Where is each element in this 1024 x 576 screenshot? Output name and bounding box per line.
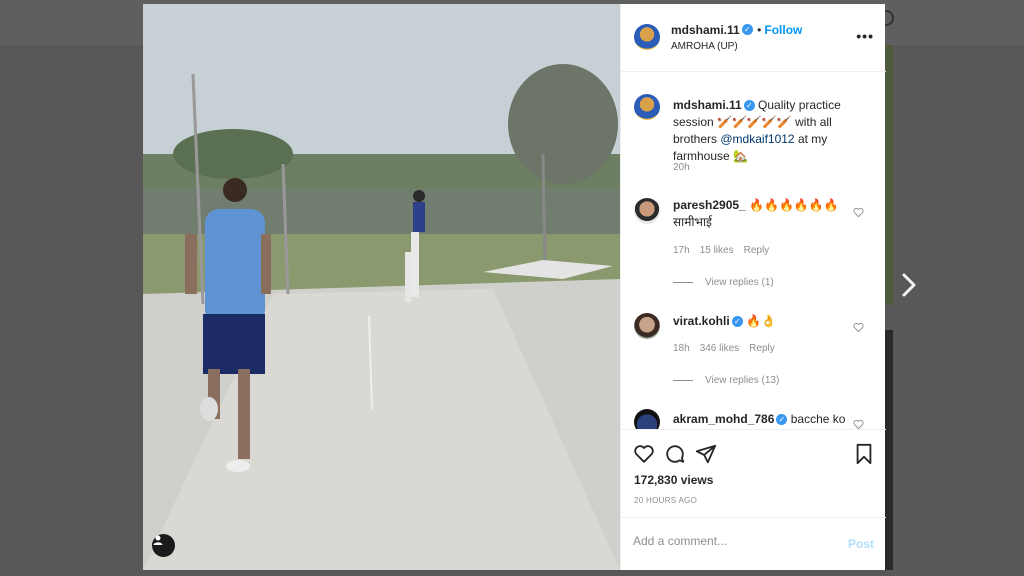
comment-username[interactable]: akram_mohd_786 bbox=[673, 412, 774, 426]
reply-button[interactable]: Reply bbox=[744, 245, 770, 256]
comment-likes[interactable]: 346 likes bbox=[700, 343, 739, 354]
follow-button[interactable]: Follow bbox=[764, 23, 802, 37]
comment-body: bacche ko bbox=[790, 412, 846, 426]
background-thumbnail bbox=[885, 330, 893, 570]
comment-likes[interactable]: 15 likes bbox=[700, 245, 734, 256]
verified-badge-icon: ✓ bbox=[741, 24, 753, 36]
avatar[interactable] bbox=[634, 198, 660, 224]
comment-body: 🔥👌 bbox=[746, 314, 776, 328]
next-arrow-icon[interactable] bbox=[898, 272, 920, 298]
reply-button[interactable]: Reply bbox=[749, 343, 775, 354]
view-replies-label: View replies (13) bbox=[705, 375, 780, 386]
mention-link[interactable]: @mdkaif1012 bbox=[720, 132, 794, 146]
add-comment-bar: Post bbox=[621, 517, 886, 570]
location-link[interactable]: AMROHA (UP) bbox=[671, 41, 738, 52]
post-button[interactable]: Post bbox=[848, 537, 874, 551]
view-replies-label: View replies (1) bbox=[705, 277, 774, 288]
avatar[interactable] bbox=[634, 409, 660, 429]
comment-body: सामीभाई bbox=[673, 215, 712, 229]
verified-badge-icon: ✓ bbox=[731, 316, 743, 328]
caption: mdshami.11 ✓ Quality practice session 🏏🏏🏏… bbox=[673, 97, 873, 165]
comment-text: akram_mohd_786 ✓ bacche ko bbox=[673, 411, 873, 428]
view-replies-button[interactable]: View replies (1) bbox=[673, 277, 774, 288]
caption-meta: 20h bbox=[673, 162, 700, 173]
more-icon[interactable]: ••• bbox=[856, 28, 874, 44]
views-count[interactable]: 172,830 views bbox=[634, 473, 713, 487]
share-icon[interactable] bbox=[695, 443, 717, 465]
post-actions: 172,830 views 20 HOURS AGO bbox=[621, 429, 886, 517]
avatar[interactable] bbox=[634, 24, 660, 50]
avatar[interactable] bbox=[634, 94, 660, 120]
comment-meta: 18h 346 likes Reply bbox=[673, 343, 785, 354]
separator-dot: • bbox=[757, 23, 762, 37]
background-thumbnail bbox=[885, 45, 893, 305]
comment-like-heart-icon[interactable] bbox=[853, 207, 864, 218]
comment-time[interactable]: 18h bbox=[673, 343, 690, 354]
comments-list[interactable]: mdshami.11 ✓ Quality practice session 🏏🏏🏏… bbox=[621, 73, 886, 429]
comment-input[interactable] bbox=[633, 534, 833, 548]
comment-like-heart-icon[interactable] bbox=[853, 322, 864, 333]
comment-text: virat.kohli ✓ 🔥👌 bbox=[673, 313, 873, 330]
post-video[interactable] bbox=[143, 4, 620, 570]
view-replies-button[interactable]: View replies (13) bbox=[673, 375, 779, 386]
divider bbox=[673, 281, 693, 283]
verified-badge-icon: ✓ bbox=[776, 414, 788, 426]
caption-time[interactable]: 20h bbox=[673, 162, 690, 173]
comment-icon[interactable] bbox=[664, 443, 686, 465]
comment-username[interactable]: virat.kohli bbox=[673, 314, 730, 328]
comment-like-heart-icon[interactable] bbox=[853, 419, 864, 429]
avatar[interactable] bbox=[634, 313, 660, 339]
header-username[interactable]: mdshami.11 bbox=[671, 23, 740, 37]
cricket-practice-scene bbox=[143, 4, 620, 570]
divider bbox=[673, 379, 693, 381]
post-modal: mdshami.11 ✓ • Follow AMROHA (UP) ••• mdsh… bbox=[143, 4, 886, 570]
comment-time[interactable]: 17h bbox=[673, 245, 690, 256]
user-tag-icon[interactable] bbox=[152, 534, 175, 557]
bookmark-icon[interactable] bbox=[853, 443, 875, 465]
comment-text: paresh2905_ 🔥🔥🔥🔥🔥🔥 सामीभाई bbox=[673, 197, 873, 231]
comment-meta: 17h 15 likes Reply bbox=[673, 245, 779, 256]
comment-body: 🔥🔥🔥🔥🔥🔥 bbox=[749, 198, 839, 212]
post-timestamp[interactable]: 20 HOURS AGO bbox=[634, 496, 697, 505]
heart-icon[interactable] bbox=[633, 443, 655, 465]
verified-badge-icon: ✓ bbox=[743, 100, 755, 112]
caption-username[interactable]: mdshami.11 bbox=[673, 98, 742, 112]
comment-username[interactable]: paresh2905_ bbox=[673, 198, 746, 212]
post-side-panel: mdshami.11 ✓ • Follow AMROHA (UP) ••• mdsh… bbox=[620, 4, 886, 570]
header-user-line: mdshami.11 ✓ • Follow bbox=[671, 21, 802, 39]
post-header: mdshami.11 ✓ • Follow AMROHA (UP) ••• bbox=[621, 4, 886, 72]
